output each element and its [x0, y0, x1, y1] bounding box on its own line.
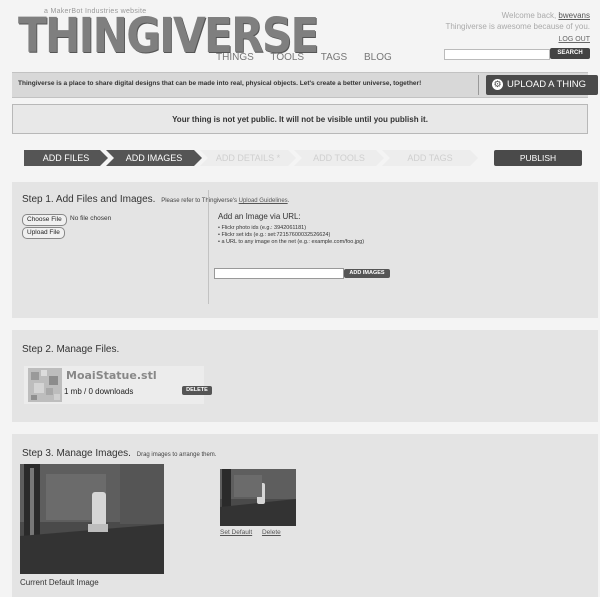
stl-file-icon: [28, 368, 62, 402]
step3-hint: Drag images to arrange them.: [136, 452, 217, 458]
image-thumbnail[interactable]: [220, 469, 296, 526]
choose-file-button[interactable]: Choose File: [22, 214, 67, 226]
welcome-message: Thingiverse is awesome because of you.: [445, 22, 590, 31]
upload-file-button[interactable]: Upload File: [22, 227, 65, 239]
step1-title: Step 1. Add Files and Images. Please ref…: [22, 194, 289, 205]
url-help-item: a URL to any image on the net (e.g.: exa…: [218, 239, 388, 246]
nav-tools[interactable]: TOOLS: [270, 52, 304, 63]
step3-panel: Step 3. Manage Images. Drag images to ar…: [12, 434, 598, 597]
step-label: ADD TOOLS: [313, 153, 365, 163]
search-input[interactable]: [444, 49, 550, 60]
publish-button[interactable]: PUBLISH: [494, 150, 582, 166]
moai-photo: [20, 464, 164, 574]
info-bar: Thingiverse is a place to share digital …: [12, 72, 598, 98]
file-status: No file chosen: [70, 215, 112, 222]
step1-hint: Please refer to Thingiverse's Upload Gui…: [161, 198, 290, 204]
step-add-images[interactable]: ADD IMAGES: [106, 150, 202, 166]
upload-guidelines-link[interactable]: Upload Guidelines: [239, 198, 288, 204]
step1-panel: Step 1. Add Files and Images. Please ref…: [12, 182, 598, 318]
nav-blog[interactable]: BLOG: [364, 52, 392, 63]
step1-divider: [208, 190, 209, 304]
url-help-item: Flickr photo ids (e.g.: 3942061181): [218, 225, 388, 232]
moai-thumb-photo: [220, 469, 296, 526]
step-add-tags[interactable]: ADD TAGS: [382, 150, 478, 166]
step3-title: Step 3. Manage Images. Drag images to ar…: [22, 448, 216, 459]
site-header: a MakerBot Industries website THINGIVERS…: [0, 0, 600, 72]
set-default-link[interactable]: Set Default: [220, 529, 252, 536]
step3-heading: Step 3. Manage Images.: [22, 448, 131, 459]
welcome-block: Welcome back, bwevans Thingiverse is awe…: [445, 10, 590, 45]
step-add-details[interactable]: ADD DETAILS *: [200, 150, 296, 166]
default-image-caption: Current Default Image: [20, 578, 99, 587]
username-link[interactable]: bwevans: [558, 11, 590, 20]
step-label: ADD IMAGES: [125, 153, 183, 163]
add-images-button[interactable]: ADD IMAGES: [344, 269, 390, 278]
delete-image-link[interactable]: Delete: [262, 529, 281, 536]
hint-prefix: Please refer to Thingiverse's: [161, 198, 237, 204]
file-card: MoaiStatue.stl 1 mb / 0 downloads DELETE: [24, 366, 212, 404]
logout-link[interactable]: LOG OUT: [445, 34, 590, 45]
step-add-files[interactable]: ADD FILES: [24, 150, 108, 166]
default-image[interactable]: [20, 464, 164, 574]
step2-title: Step 2. Manage Files.: [22, 344, 120, 355]
not-public-notice: Your thing is not yet public. It will no…: [12, 104, 588, 134]
step-add-tools[interactable]: ADD TOOLS: [294, 150, 384, 166]
nav-tags[interactable]: TAGS: [321, 52, 347, 63]
bar-divider: [478, 75, 479, 95]
main-nav: THINGS TOOLS TAGS BLOG: [216, 52, 406, 63]
nav-things[interactable]: THINGS: [216, 52, 254, 63]
image-url-title: Add an Image via URL:: [218, 212, 301, 221]
thumbnail-actions: Set Default Delete: [220, 529, 289, 536]
delete-file-button[interactable]: DELETE: [182, 386, 212, 395]
step2-panel: Step 2. Manage Files. MoaiStatue.stl 1 m…: [12, 330, 598, 422]
step-label: ADD FILES: [42, 153, 90, 163]
step1-heading: Step 1. Add Files and Images.: [22, 194, 156, 205]
file-meta: 1 mb / 0 downloads: [64, 387, 134, 396]
upload-thing-label: UPLOAD A THING: [507, 79, 587, 90]
gear-icon: ⚙: [492, 78, 503, 90]
welcome-prefix: Welcome back,: [501, 11, 557, 20]
step-label: ADD TAGS: [407, 153, 453, 163]
image-url-input[interactable]: [214, 268, 344, 279]
image-url-help: Flickr photo ids (e.g.: 3942061181) Flic…: [218, 225, 388, 246]
site-description: Thingiverse is a place to share digital …: [18, 80, 422, 87]
url-help-item: Flickr set ids (e.g.: set:72157600032526…: [218, 232, 388, 239]
upload-thing-button[interactable]: ⚙ UPLOAD A THING: [486, 75, 598, 95]
step-label: ADD DETAILS *: [215, 153, 281, 163]
search-button[interactable]: SEARCH: [550, 48, 590, 59]
file-name[interactable]: MoaiStatue.stl: [66, 369, 157, 382]
